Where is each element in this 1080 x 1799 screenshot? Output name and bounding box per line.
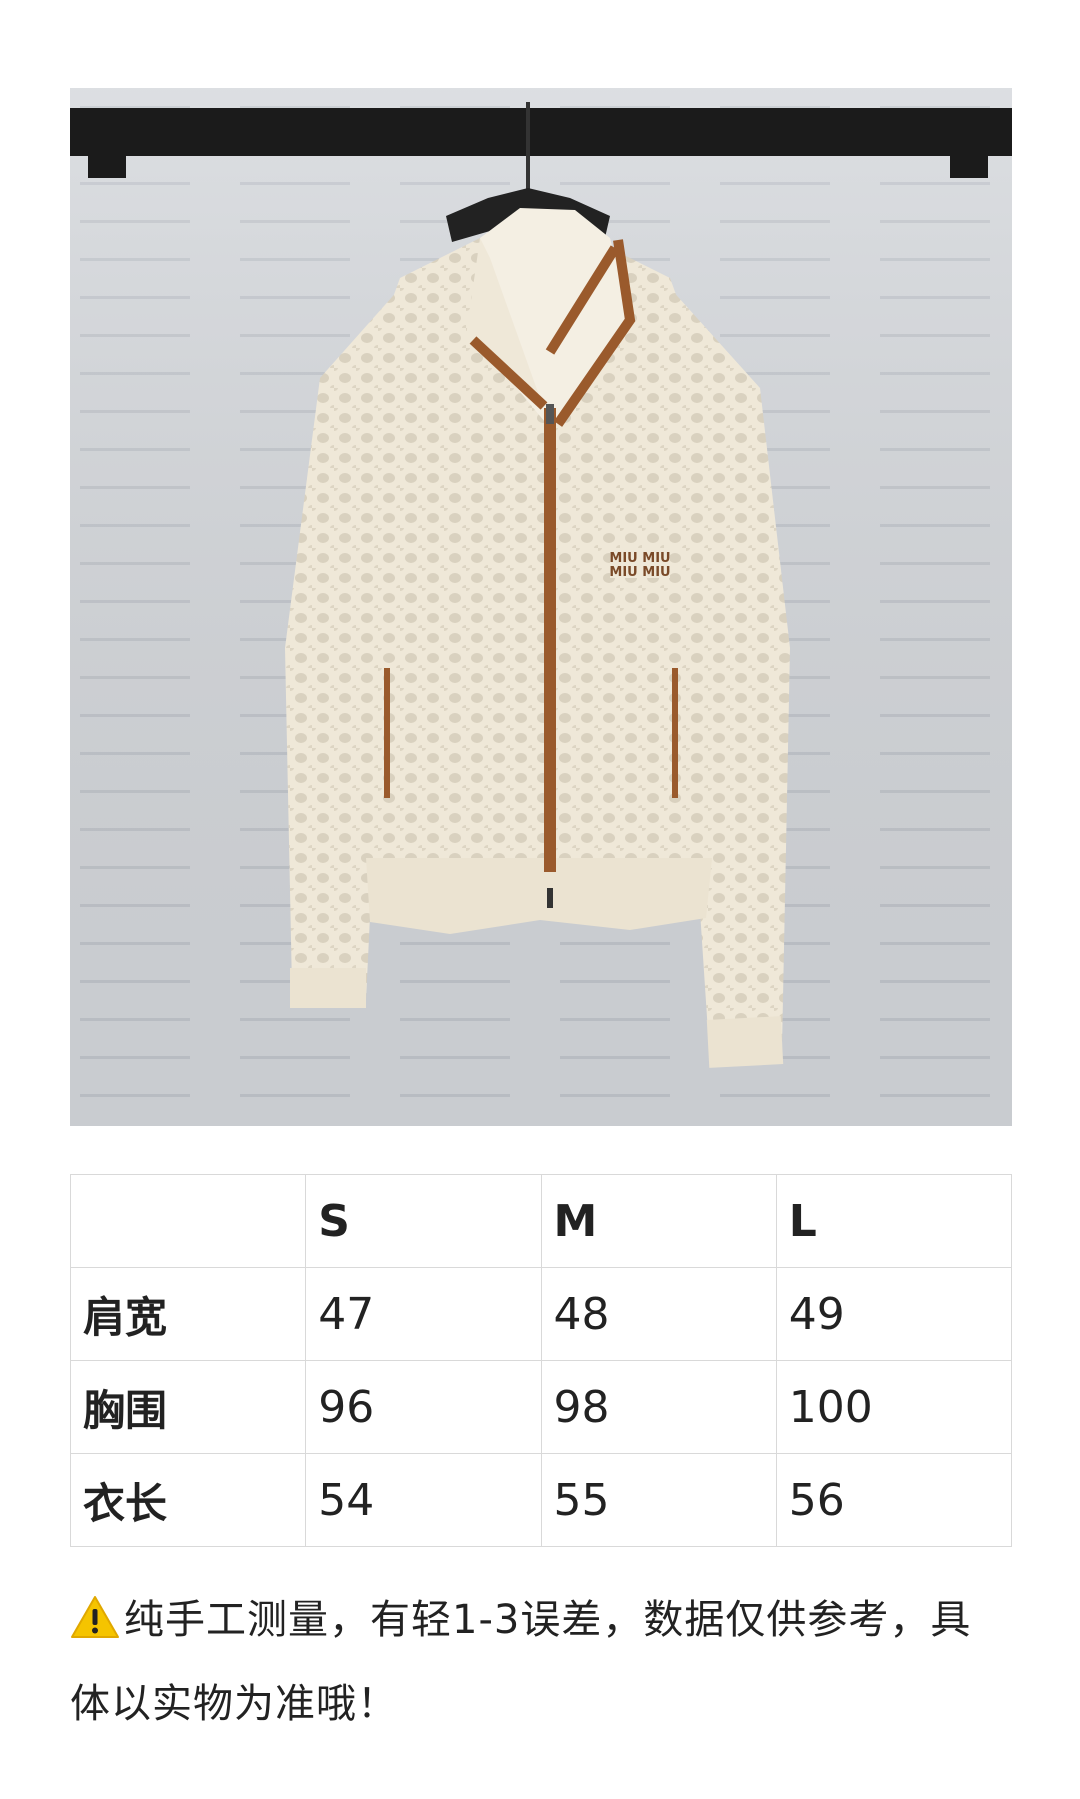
table-row: 肩宽 47 48 49 <box>69 1267 1013 1361</box>
table-cell: 55 <box>540 1453 777 1547</box>
table-cell: 48 <box>540 1267 777 1361</box>
svg-text:MIU MIU: MIU MIU <box>609 565 670 580</box>
clothes-rail <box>70 108 1012 156</box>
header-blank <box>69 1174 307 1268</box>
table-cell: 47 <box>305 1267 542 1361</box>
table-cell: 96 <box>305 1360 542 1454</box>
header-size-m: M <box>540 1174 777 1268</box>
row-label: 胸围 <box>69 1360 307 1454</box>
row-label: 肩宽 <box>69 1267 307 1361</box>
zipper-trim <box>544 408 556 872</box>
header-size-s: S <box>305 1174 542 1268</box>
table-row: 胸围 96 98 100 <box>69 1360 1013 1454</box>
measurement-note: 纯手工测量，有轻1-3误差，数据仅供参考，具体以实物为准哦！ <box>70 1578 1012 1746</box>
table-row: 衣长 54 55 56 <box>69 1453 1013 1547</box>
cardigan-image: MIU MIU MIU MIU <box>70 88 1012 1126</box>
size-table: S M L 肩宽 47 48 49 胸围 96 98 100 衣长 54 55 … <box>69 1174 1013 1547</box>
size-header-row: S M L <box>69 1174 1013 1268</box>
table-cell: 98 <box>540 1360 777 1454</box>
table-cell: 49 <box>775 1267 1013 1361</box>
row-label: 衣长 <box>69 1453 307 1547</box>
product-photo: MIU MIU MIU MIU <box>70 88 1012 1126</box>
header-size-l: L <box>775 1174 1013 1268</box>
table-cell: 56 <box>775 1453 1013 1547</box>
note-text: 纯手工测量，有轻1-3误差，数据仅供参考，具体以实物为准哦！ <box>70 1597 972 1727</box>
warning-icon <box>70 1595 120 1639</box>
table-cell: 54 <box>305 1453 542 1547</box>
logo: MIU MIU MIU MIU <box>609 548 671 580</box>
table-cell: 100 <box>775 1360 1013 1454</box>
svg-text:MIU MIU: MIU MIU <box>609 551 670 566</box>
